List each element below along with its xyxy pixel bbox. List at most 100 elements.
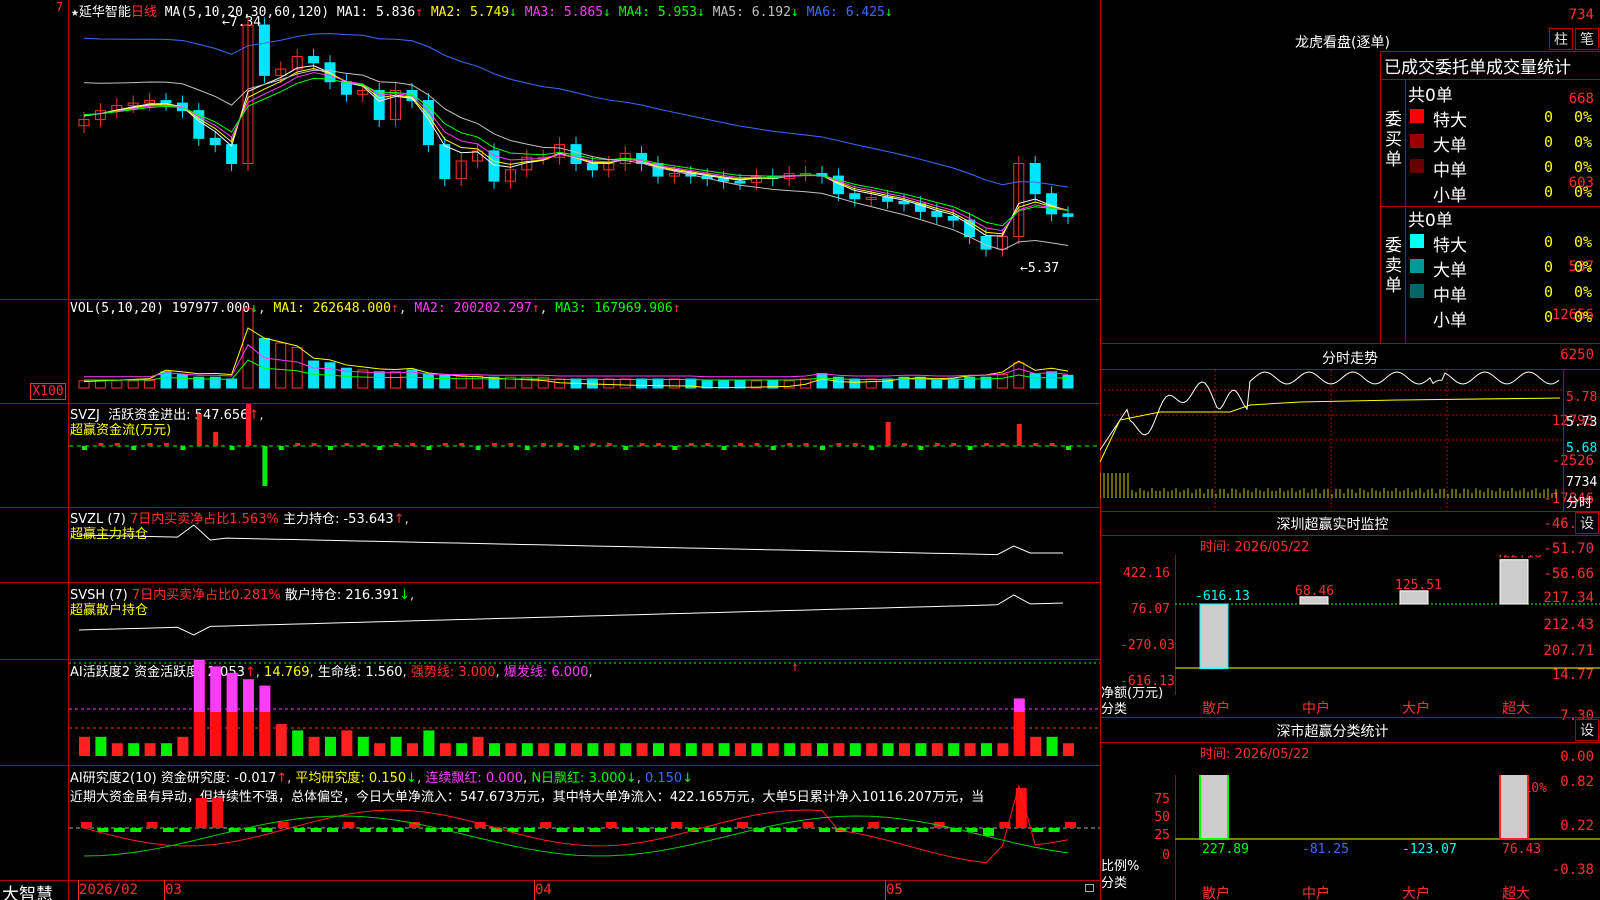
svzj-bar [393, 443, 399, 446]
activity-bar [95, 736, 107, 756]
research-bar [458, 828, 470, 832]
candle-body [226, 144, 238, 165]
volume-bar [94, 380, 106, 389]
activity-bar [505, 743, 517, 756]
color-swatch [1410, 284, 1424, 298]
fenshi-avg-line [1100, 397, 1561, 463]
activity-bar [390, 736, 402, 756]
svzj-bar [902, 443, 907, 446]
price-axis-2: 668 [1568, 91, 1594, 107]
svzj-bar [639, 443, 645, 446]
volume-bar [111, 380, 123, 389]
research-line-red [83, 784, 1069, 864]
svzj-bar [869, 446, 875, 450]
volume-bar [619, 378, 631, 389]
research-bar [245, 828, 256, 832]
price-axis-1: 734 [1568, 7, 1594, 23]
szc-axis-3: 25 [1154, 828, 1170, 843]
category-label: 中户 [1302, 701, 1330, 717]
research-bar [704, 828, 716, 832]
svzj-bar [656, 443, 661, 446]
sz-class-title: 深市超赢分类统计 [1276, 724, 1389, 740]
research-bar [1048, 828, 1060, 832]
activity-bar [636, 743, 648, 756]
category-label: 大户 [1402, 701, 1430, 717]
research-bar [130, 828, 142, 832]
price-candlestick-chart[interactable] [69, 0, 1100, 299]
svzj-bar [131, 446, 137, 450]
color-swatch [1410, 234, 1424, 248]
activity-bar [849, 743, 861, 756]
activity-bar [620, 743, 632, 756]
sz-monitor-title: 深圳超赢实时监控 [1276, 517, 1389, 533]
activity-bar [735, 743, 746, 756]
svzj-bar [754, 443, 760, 446]
svzj-bar [196, 414, 202, 446]
sz-monitor-top-line [1100, 535, 1600, 536]
research-bar [622, 828, 634, 832]
vol-ma2-line [84, 344, 1069, 378]
order-percent: 0% [1574, 183, 1593, 201]
category-label: 散户 [1202, 701, 1230, 717]
candle-body [439, 144, 451, 180]
x-tick-4 [885, 880, 886, 900]
activity-bar [653, 743, 664, 756]
svzj-bar [278, 446, 284, 450]
volume-bar [554, 378, 566, 389]
svzj-bar [82, 446, 87, 450]
svzj-bar [180, 446, 186, 450]
order-percent: 0% [1574, 258, 1593, 276]
activity-bar [456, 743, 468, 756]
activity-bar [784, 743, 796, 756]
activity-bar [800, 743, 812, 756]
svzj-bar [852, 443, 858, 446]
order-percent: 0% [1574, 158, 1593, 176]
activity-bar [341, 730, 353, 756]
svzj-bar [459, 443, 465, 446]
research-bar [573, 828, 584, 832]
svzj-chart [69, 404, 1100, 486]
research-bar [425, 828, 437, 832]
svzj-bar [524, 446, 530, 450]
order-count: 0 [1544, 108, 1554, 126]
order-count: 0 [1544, 183, 1554, 201]
activity-bar [603, 743, 615, 756]
activity-bar [931, 743, 943, 756]
candle-body [258, 24, 270, 76]
candle-body [1029, 163, 1041, 195]
order-count: 0 [1544, 258, 1554, 276]
candle-body [734, 180, 746, 184]
research-bar [802, 822, 814, 828]
activity-bar [833, 743, 845, 756]
research-bar [655, 828, 666, 832]
research-bar [868, 822, 880, 828]
svzj-bar [951, 443, 957, 446]
sz-monitor-bottom-line [1100, 717, 1600, 718]
fenshi-intraday-chart[interactable] [1100, 370, 1563, 511]
volume-chart [78, 308, 1074, 389]
research-bar [81, 822, 92, 828]
sz-class-settings-button[interactable]: 设 [1575, 719, 1599, 741]
volume-bar [931, 378, 943, 389]
x-tick-2 [164, 880, 165, 900]
lock-icon[interactable] [1085, 884, 1094, 892]
svzj-bar [442, 443, 448, 446]
svsh-chart [78, 594, 1064, 636]
research-bar [310, 828, 322, 832]
sz-class-top-line [1100, 742, 1600, 743]
vol-unit-button[interactable]: X100 [30, 383, 66, 400]
research-bar [523, 828, 535, 832]
svzj-bar [984, 443, 989, 446]
lhb-title: 龙虎看盘(逐单) [1295, 35, 1390, 51]
bar-mode-button[interactable]: 柱 [1549, 28, 1573, 50]
research-bar [819, 828, 830, 832]
volume-bar [652, 378, 664, 389]
activity-bar [1046, 736, 1058, 756]
research-bar [605, 822, 617, 828]
tick-mode-button[interactable]: 笔 [1575, 28, 1599, 50]
sz-monitor-settings-button[interactable]: 设 [1575, 512, 1599, 534]
activity-bar [111, 743, 123, 756]
svzl-line [78, 524, 1063, 556]
brand-label[interactable]: 大智慧 [2, 880, 53, 900]
candle-body [209, 137, 221, 146]
